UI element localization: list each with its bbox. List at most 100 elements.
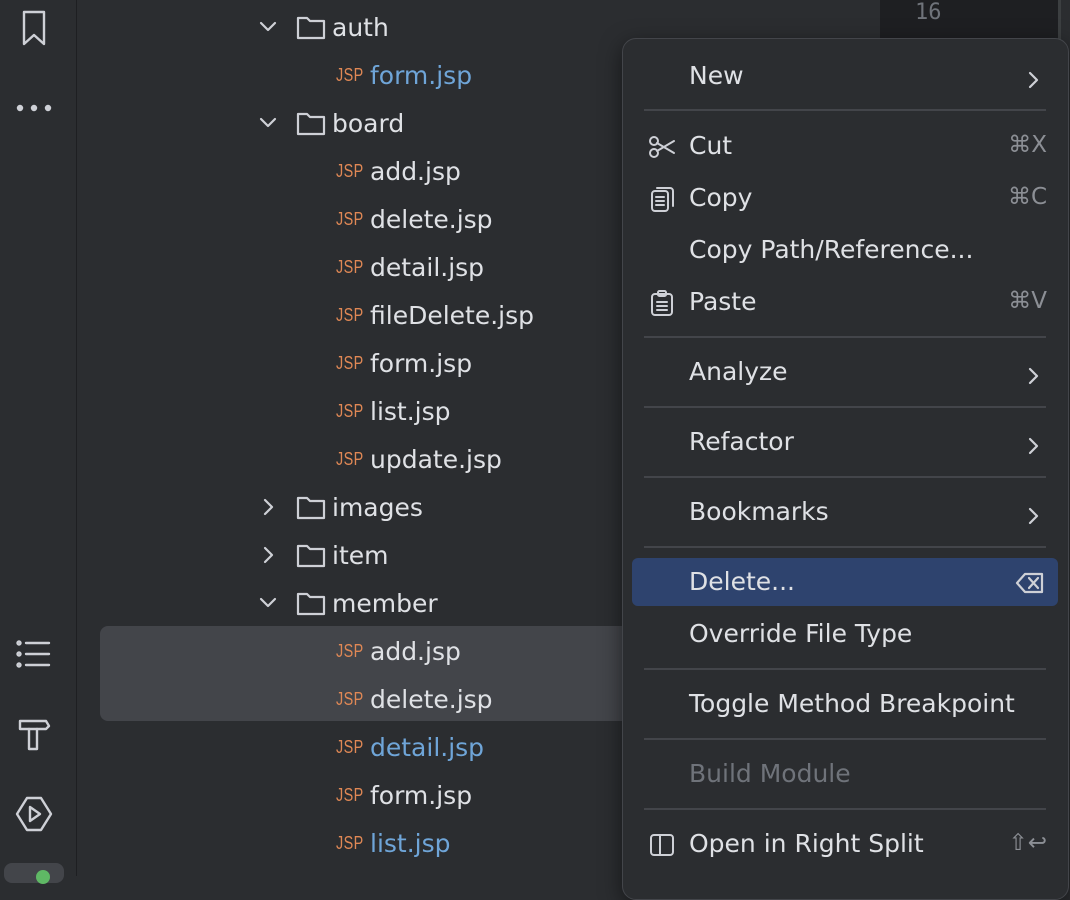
scissors-icon: [648, 133, 676, 161]
editor-scrollbar[interactable]: [1058, 0, 1061, 40]
chevron-right-icon: [1027, 67, 1041, 89]
tree-item-label: delete.jsp: [370, 685, 493, 714]
tree-item-label: detail.jsp: [370, 253, 485, 282]
menu-separator: [644, 406, 1046, 408]
chevron-down-icon[interactable]: [256, 591, 280, 615]
menu-item-bookmarks[interactable]: Bookmarks: [622, 488, 1067, 538]
menu-separator: [644, 668, 1046, 670]
menu-item-label: Analyze: [689, 357, 788, 386]
menu-item-cut[interactable]: Cut ⌘X: [622, 122, 1067, 172]
menu-item-label: Paste: [689, 287, 757, 316]
folder-icon: [296, 14, 326, 40]
chevron-right-icon: [1027, 363, 1041, 385]
jsp-file-icon: JSP: [336, 161, 364, 181]
tree-item-label: item: [332, 541, 389, 570]
tree-folder-images[interactable]: images: [76, 483, 624, 531]
menu-item-refactor[interactable]: Refactor: [622, 418, 1067, 468]
tree-item-label: add.jsp: [370, 157, 461, 186]
jsp-file-icon: JSP: [336, 257, 364, 277]
tree-folder-member[interactable]: member: [76, 579, 624, 627]
project-tree: auth JSP form.jsp board JSP add.jsp JSP …: [76, 0, 624, 876]
tree-item-label: images: [332, 493, 423, 522]
tree-item-label: board: [332, 109, 405, 138]
tree-file[interactable]: JSP list.jsp: [76, 819, 624, 867]
tree-file[interactable]: JSP form.jsp: [76, 51, 624, 99]
build-icon[interactable]: [14, 714, 54, 754]
jsp-file-icon: JSP: [336, 737, 364, 757]
chevron-right-icon: [1027, 433, 1041, 455]
delete-key-icon: [1015, 571, 1045, 595]
menu-item-label: New: [689, 61, 744, 90]
tool-window-strip: [0, 0, 77, 884]
menu-item-label: Bookmarks: [689, 497, 829, 526]
menu-item-copy-path[interactable]: Copy Path/Reference...: [622, 226, 1067, 276]
tree-folder-item[interactable]: item: [76, 531, 624, 579]
line-number: 16: [915, 0, 942, 25]
chevron-right-icon[interactable]: [256, 495, 280, 519]
menu-item-analyze[interactable]: Analyze: [622, 348, 1067, 398]
jsp-file-icon: JSP: [336, 65, 364, 85]
bookmark-icon[interactable]: [14, 8, 54, 48]
run-icon[interactable]: [14, 794, 54, 834]
tree-file[interactable]: JSP detail.jsp: [76, 243, 624, 291]
tree-item-label: delete.jsp: [370, 205, 493, 234]
folder-icon: [296, 590, 326, 616]
tree-item-label: fileDelete.jsp: [370, 301, 535, 330]
folder-icon: [296, 494, 326, 520]
structure-icon[interactable]: [14, 634, 54, 674]
tree-file[interactable]: JSP form.jsp: [76, 771, 624, 819]
split-view-icon: [648, 831, 676, 859]
more-icon[interactable]: [14, 88, 54, 128]
menu-item-new[interactable]: New: [622, 52, 1067, 102]
tree-file-selected[interactable]: JSP delete.jsp: [76, 675, 624, 723]
folder-icon: [296, 542, 326, 568]
jsp-file-icon: JSP: [336, 401, 364, 421]
tree-folder-board[interactable]: board: [76, 99, 624, 147]
menu-item-copy[interactable]: Copy ⌘C: [622, 174, 1067, 224]
chevron-right-icon[interactable]: [256, 543, 280, 567]
menu-item-label: Open in Right Split: [689, 829, 924, 858]
tree-item-label: add.jsp: [370, 637, 461, 666]
paste-icon: [648, 289, 676, 317]
jsp-file-icon: JSP: [336, 353, 364, 373]
tree-item-label: auth: [332, 13, 389, 42]
tree-file[interactable]: JSP detail.jsp: [76, 723, 624, 771]
tree-file-selected[interactable]: JSP add.jsp: [76, 627, 624, 675]
shortcut-label: ⌘C: [1007, 184, 1047, 210]
menu-separator: [644, 476, 1046, 478]
tree-item-label: form.jsp: [370, 61, 473, 90]
tree-file[interactable]: JSP update.jsp: [76, 435, 624, 483]
tree-folder-auth[interactable]: auth: [76, 3, 624, 51]
copy-icon: [648, 185, 676, 213]
tree-item-label: list.jsp: [370, 829, 451, 858]
chevron-down-icon[interactable]: [256, 111, 280, 135]
jsp-file-icon: JSP: [336, 689, 364, 709]
tree-item-label: list.jsp: [370, 397, 451, 426]
tree-file[interactable]: JSP delete.jsp: [76, 195, 624, 243]
tree-item-label: update.jsp: [370, 445, 502, 474]
tree-file[interactable]: JSP add.jsp: [76, 147, 624, 195]
menu-separator: [644, 738, 1046, 740]
menu-item-label: Refactor: [689, 427, 794, 456]
jsp-file-icon: JSP: [336, 641, 364, 661]
menu-item-toggle-method-breakpoint[interactable]: Toggle Method Breakpoint: [622, 680, 1067, 730]
menu-item-build-module: Build Module: [622, 750, 1067, 800]
jsp-file-icon: JSP: [336, 833, 364, 853]
tree-item-label: form.jsp: [370, 349, 473, 378]
menu-item-label: Build Module: [689, 759, 851, 788]
tree-item-label: detail.jsp: [370, 733, 485, 762]
menu-item-override-file-type[interactable]: Override File Type: [622, 610, 1067, 660]
menu-separator: [644, 109, 1046, 111]
tree-file[interactable]: JSP form.jsp: [76, 339, 624, 387]
menu-item-label: Toggle Method Breakpoint: [689, 689, 1015, 718]
menu-item-open-right-split[interactable]: Open in Right Split ⇧↩: [622, 820, 1067, 870]
menu-item-paste[interactable]: Paste ⌘V: [622, 278, 1067, 328]
menu-item-label: Copy: [689, 183, 753, 212]
menu-separator: [644, 546, 1046, 548]
chevron-down-icon[interactable]: [256, 15, 280, 39]
tree-file[interactable]: JSP list.jsp: [76, 387, 624, 435]
services-button[interactable]: [4, 863, 64, 883]
menu-item-delete[interactable]: Delete...: [622, 558, 1067, 608]
tree-file[interactable]: JSP fileDelete.jsp: [76, 291, 624, 339]
editor-gutter: [880, 0, 1060, 40]
